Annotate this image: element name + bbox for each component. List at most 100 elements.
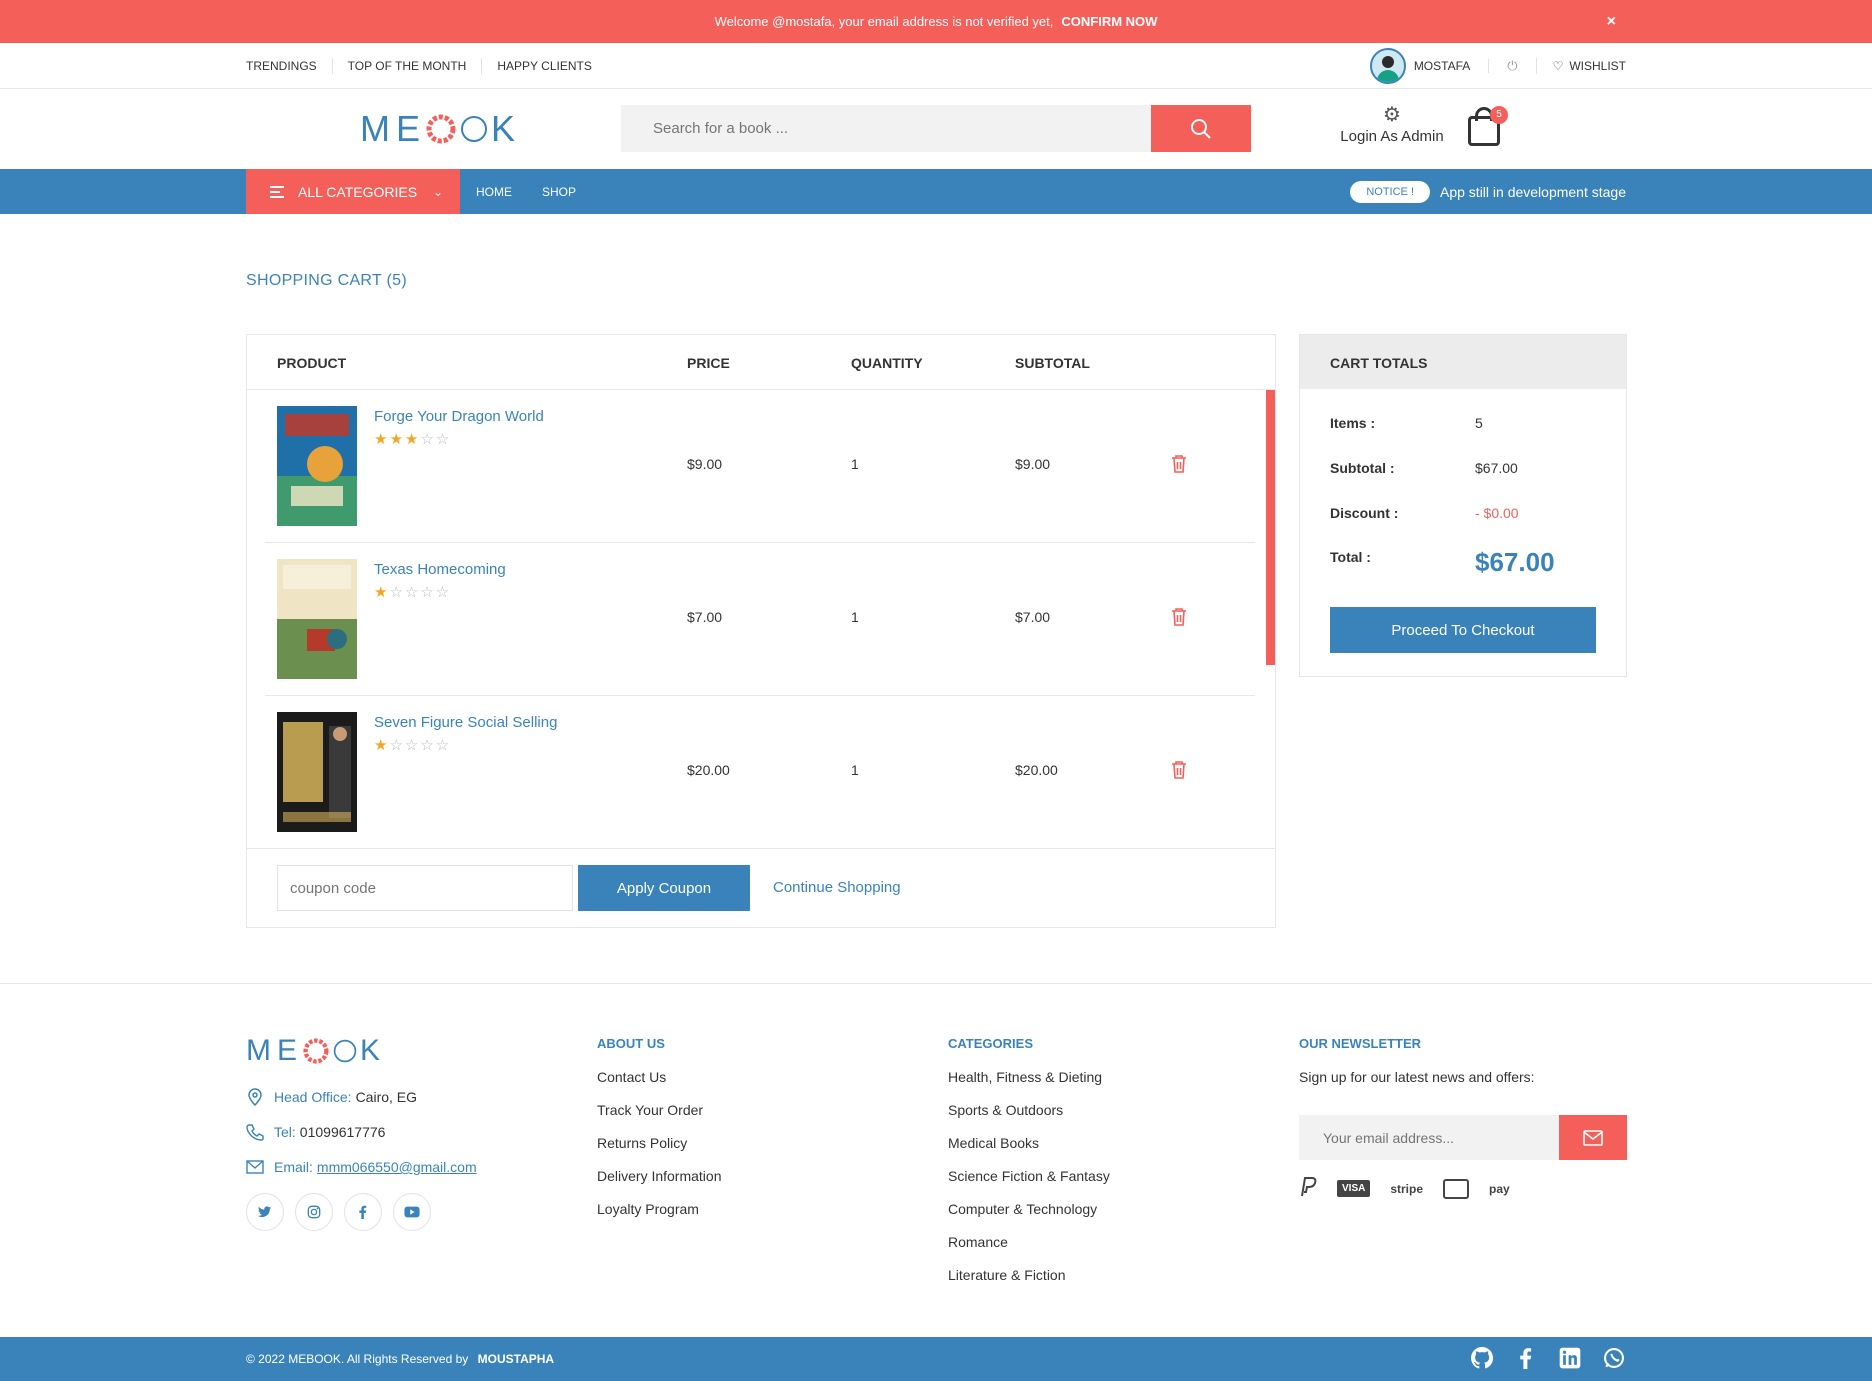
about-link[interactable]: Contact Us: [597, 1069, 722, 1102]
logo-text-left: ME: [360, 108, 426, 149]
toplink-trendings[interactable]: TRENDINGS: [246, 58, 333, 74]
apply-coupon-button[interactable]: Apply Coupon: [578, 865, 750, 911]
nav-shop[interactable]: SHOP: [542, 185, 576, 199]
header-quantity: QUANTITY: [851, 355, 923, 371]
stripe-icon: stripe: [1390, 1181, 1424, 1196]
facebook-icon[interactable]: [1514, 1347, 1538, 1374]
category-link[interactable]: Computer & Technology: [948, 1201, 1110, 1234]
newsletter-title: OUR NEWSLETTER: [1299, 1036, 1422, 1051]
search-bar: [621, 105, 1251, 152]
about-link[interactable]: Loyalty Program: [597, 1201, 722, 1234]
cart-count-badge: 5: [1490, 106, 1508, 124]
twitter-icon[interactable]: [246, 1193, 284, 1231]
product-price: $7.00: [687, 609, 723, 625]
bottom-bar: © 2022 MEBOOK. All Rights Reserved by MO…: [0, 1337, 1872, 1381]
about-link[interactable]: Track Your Order: [597, 1102, 722, 1135]
gear-icon: ⚙: [1383, 104, 1401, 126]
toplink-happy-clients[interactable]: HAPPY CLIENTS: [482, 58, 606, 74]
product-name[interactable]: Forge Your Dragon World: [374, 408, 544, 425]
category-link[interactable]: Health, Fitness & Dieting: [948, 1069, 1110, 1102]
linkedin-icon[interactable]: [1558, 1347, 1582, 1374]
header-price: PRICE: [687, 355, 730, 371]
logo-book-icon: [426, 114, 456, 144]
subtotal-value: $67.00: [1475, 460, 1518, 476]
search-button[interactable]: [1151, 105, 1251, 152]
about-us-column: ABOUT US Contact Us Track Your Order Ret…: [597, 1036, 722, 1234]
newsletter-submit-button[interactable]: [1559, 1115, 1627, 1160]
email-link[interactable]: mmm066550@gmail.com: [317, 1159, 477, 1175]
all-categories-dropdown[interactable]: ALL CATEGORIES ⌄: [246, 169, 460, 214]
book-cover-seven-figure-social-selling[interactable]: [277, 712, 357, 832]
cart-rows[interactable]: Forge Your Dragon World ★★★☆☆ $9.00 1 $9…: [247, 390, 1275, 848]
categories-title: CATEGORIES: [948, 1036, 1033, 1051]
cart-button[interactable]: 5: [1468, 106, 1508, 146]
header-subtotal: SUBTOTAL: [1015, 355, 1090, 371]
instagram-icon[interactable]: [295, 1193, 333, 1231]
footer-logo-book-icon: [303, 1038, 329, 1064]
discount-label: Discount :: [1330, 505, 1399, 521]
confirm-now-link[interactable]: CONFIRM NOW: [1061, 14, 1157, 29]
cart-totals-title: CART TOTALS: [1300, 335, 1626, 389]
footer-logo-text-right: K: [360, 1034, 387, 1067]
page-title: SHOPPING CART (5): [246, 272, 407, 289]
product-price: $20.00: [687, 762, 730, 778]
location-pin-icon: [248, 1088, 262, 1106]
trash-icon[interactable]: [1171, 607, 1187, 627]
product-price: $9.00: [687, 456, 723, 472]
toplink-top-of-month[interactable]: TOP OF THE MONTH: [333, 58, 483, 74]
whatsapp-icon[interactable]: [1602, 1347, 1626, 1374]
trash-icon[interactable]: [1171, 760, 1187, 780]
copyright-text: © 2022 MEBOOK. All Rights Reserved by: [246, 1352, 469, 1366]
category-link[interactable]: Romance: [948, 1234, 1110, 1267]
footer-logo[interactable]: ME K: [246, 1034, 386, 1068]
rating-stars: ★★★☆☆: [374, 431, 452, 448]
social-links: [246, 1193, 442, 1231]
about-link[interactable]: Returns Policy: [597, 1135, 722, 1168]
category-link[interactable]: Literature & Fiction: [948, 1267, 1110, 1300]
coupon-code-input[interactable]: [277, 865, 573, 911]
cart-table: PRODUCT PRICE QUANTITY SUBTOTAL Forge Yo…: [246, 334, 1276, 928]
facebook-icon[interactable]: [344, 1193, 382, 1231]
close-banner-icon[interactable]: ×: [1607, 13, 1616, 31]
rating-stars: ★☆☆☆☆: [374, 584, 452, 601]
product-quantity: 1: [851, 609, 859, 625]
book-cover-forge-your-dragon-world[interactable]: [277, 406, 357, 526]
product-name[interactable]: Texas Homecoming: [374, 561, 506, 578]
scrollbar[interactable]: [1266, 390, 1275, 665]
site-logo[interactable]: ME K: [360, 108, 521, 150]
continue-shopping-link[interactable]: Continue Shopping: [773, 879, 901, 896]
newsletter-form: [1299, 1115, 1627, 1160]
github-icon[interactable]: [1470, 1347, 1494, 1374]
main-nav: ALL CATEGORIES ⌄ HOME SHOP NOTICE ! App …: [0, 169, 1872, 214]
about-us-title: ABOUT US: [597, 1036, 665, 1051]
rating-stars: ★☆☆☆☆: [374, 737, 452, 754]
nav-home[interactable]: HOME: [476, 185, 512, 199]
newsletter-email-input[interactable]: [1299, 1115, 1559, 1160]
category-link[interactable]: Medical Books: [948, 1135, 1110, 1168]
category-link[interactable]: Sports & Outdoors: [948, 1102, 1110, 1135]
product-quantity: 1: [851, 456, 859, 472]
avatar[interactable]: [1369, 48, 1406, 84]
login-as-admin-link[interactable]: ⚙ Login As Admin: [1336, 104, 1448, 145]
envelope-icon: [246, 1160, 264, 1174]
book-cover-texas-homecoming[interactable]: [277, 559, 357, 679]
subtotal-label: Subtotal :: [1330, 460, 1395, 476]
discount-value: - $0.00: [1475, 505, 1519, 521]
banner-message: Welcome @mostafa, your email address is …: [714, 14, 1054, 29]
youtube-icon[interactable]: [393, 1193, 431, 1231]
payment-methods: VISA stripe pay: [1299, 1177, 1530, 1200]
search-input[interactable]: [621, 105, 1151, 152]
username[interactable]: MOSTAFA: [1414, 59, 1490, 73]
total-label: Total :: [1330, 549, 1371, 565]
logout-icon[interactable]: ⏻: [1489, 58, 1537, 74]
wishlist-link[interactable]: ♡ WISHLIST: [1537, 59, 1626, 73]
about-link[interactable]: Delivery Information: [597, 1168, 722, 1201]
footer: ME K Head Office: Cairo, EG Tel: 0109961…: [0, 983, 1872, 1337]
product-name[interactable]: Seven Figure Social Selling: [374, 714, 557, 731]
proceed-to-checkout-button[interactable]: Proceed To Checkout: [1330, 607, 1596, 653]
category-link[interactable]: Science Fiction & Fantasy: [948, 1168, 1110, 1201]
trash-icon[interactable]: [1171, 454, 1187, 474]
footer-logo-book-icon-2: [333, 1039, 357, 1063]
author-link[interactable]: MOUSTAPHA: [478, 1352, 554, 1366]
total-value: $67.00: [1475, 547, 1555, 577]
